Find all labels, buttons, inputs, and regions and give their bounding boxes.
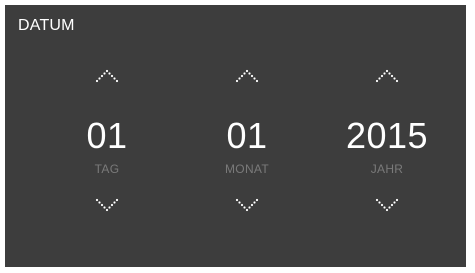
year-increment-button[interactable] xyxy=(374,68,400,86)
chevron-up-dotted-icon xyxy=(375,69,399,83)
year-value[interactable]: 2015 xyxy=(327,118,447,154)
chevron-down-dotted-icon xyxy=(235,198,259,212)
month-column: 01 MONAT xyxy=(187,5,307,267)
day-value[interactable]: 01 xyxy=(47,118,167,154)
year-decrement-button[interactable] xyxy=(374,196,400,214)
month-decrement-button[interactable] xyxy=(234,196,260,214)
year-column: 2015 JAHR xyxy=(327,5,447,267)
chevron-up-dotted-icon xyxy=(95,69,119,83)
chevron-down-dotted-icon xyxy=(375,198,399,212)
month-value[interactable]: 01 xyxy=(187,118,307,154)
date-picker-panel: DATUM 01 TAG 01 MONAT 2015 JAHR xyxy=(5,5,466,267)
day-increment-button[interactable] xyxy=(94,68,120,86)
month-label: MONAT xyxy=(225,162,269,176)
day-label: TAG xyxy=(94,162,120,176)
day-column: 01 TAG xyxy=(47,5,167,267)
chevron-up-dotted-icon xyxy=(235,69,259,83)
chevron-down-dotted-icon xyxy=(95,198,119,212)
year-label: JAHR xyxy=(370,162,404,176)
month-increment-button[interactable] xyxy=(234,68,260,86)
day-decrement-button[interactable] xyxy=(94,196,120,214)
